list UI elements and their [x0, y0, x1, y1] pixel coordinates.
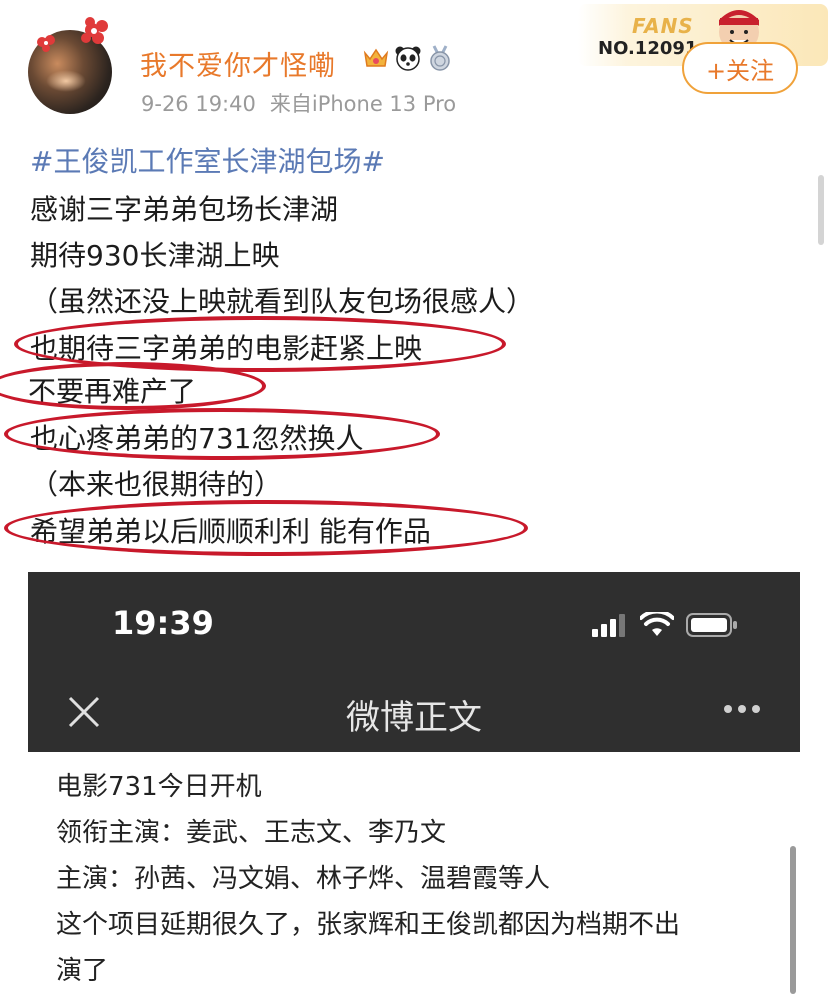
highlight-oval: [0, 362, 266, 410]
page-scrollbar[interactable]: [818, 175, 824, 245]
post-timestamp: 9-26 19:40: [141, 92, 256, 116]
user-badges: [362, 44, 454, 72]
status-icons: [592, 612, 738, 638]
highlight-oval: [4, 408, 440, 460]
battery-icon: [686, 613, 737, 637]
more-dot: [738, 705, 746, 713]
fans-label: FANS: [632, 14, 694, 38]
highlight-oval: [4, 500, 528, 556]
wifi-icon: [640, 612, 674, 636]
avatar-photo-detail: [46, 70, 86, 92]
status-time: 19:39: [112, 604, 214, 642]
post-line: （虽然还没上映就看到队友包场很感人）: [30, 285, 535, 318]
post-line: （本来也很期待的）: [30, 468, 283, 501]
embedded-line: 这个项目延期很久了，张家辉和王俊凯都因为档期不出: [56, 910, 681, 940]
nav-title: 微博正文: [346, 698, 482, 738]
embedded-line: 演了: [56, 956, 109, 986]
embedded-scrollbar: [790, 846, 796, 994]
more-dot: [724, 705, 732, 713]
post-hashtag[interactable]: #王俊凯工作室长津湖包场#: [30, 140, 385, 180]
fans-number: NO.12091: [598, 38, 698, 59]
post-meta: 9-26 19:40 来自iPhone 13 Pro: [141, 88, 456, 118]
post-line: 感谢三字弟弟包场长津湖: [30, 193, 339, 226]
panda-icon[interactable]: [394, 44, 422, 72]
embedded-line: 电影731今日开机: [56, 772, 262, 802]
signal-icon: [592, 614, 625, 637]
more-icon[interactable]: [724, 705, 760, 713]
medal-icon[interactable]: [426, 44, 454, 72]
flower-pendant-icon: [37, 17, 108, 52]
crown-icon[interactable]: [362, 44, 390, 72]
post-source: 来自iPhone 13 Pro: [269, 92, 457, 116]
follow-button[interactable]: +关注: [682, 42, 798, 94]
embedded-line: 主演：孙茜、冯文娟、林子烨、温碧霞等人: [56, 864, 551, 894]
embedded-line: 领衔主演：姜武、王志文、李乃文: [56, 818, 447, 848]
post-line: 期待930长津湖上映: [30, 239, 280, 272]
more-dot: [752, 705, 760, 713]
username[interactable]: 我不爱你才怪嘞: [140, 44, 336, 83]
